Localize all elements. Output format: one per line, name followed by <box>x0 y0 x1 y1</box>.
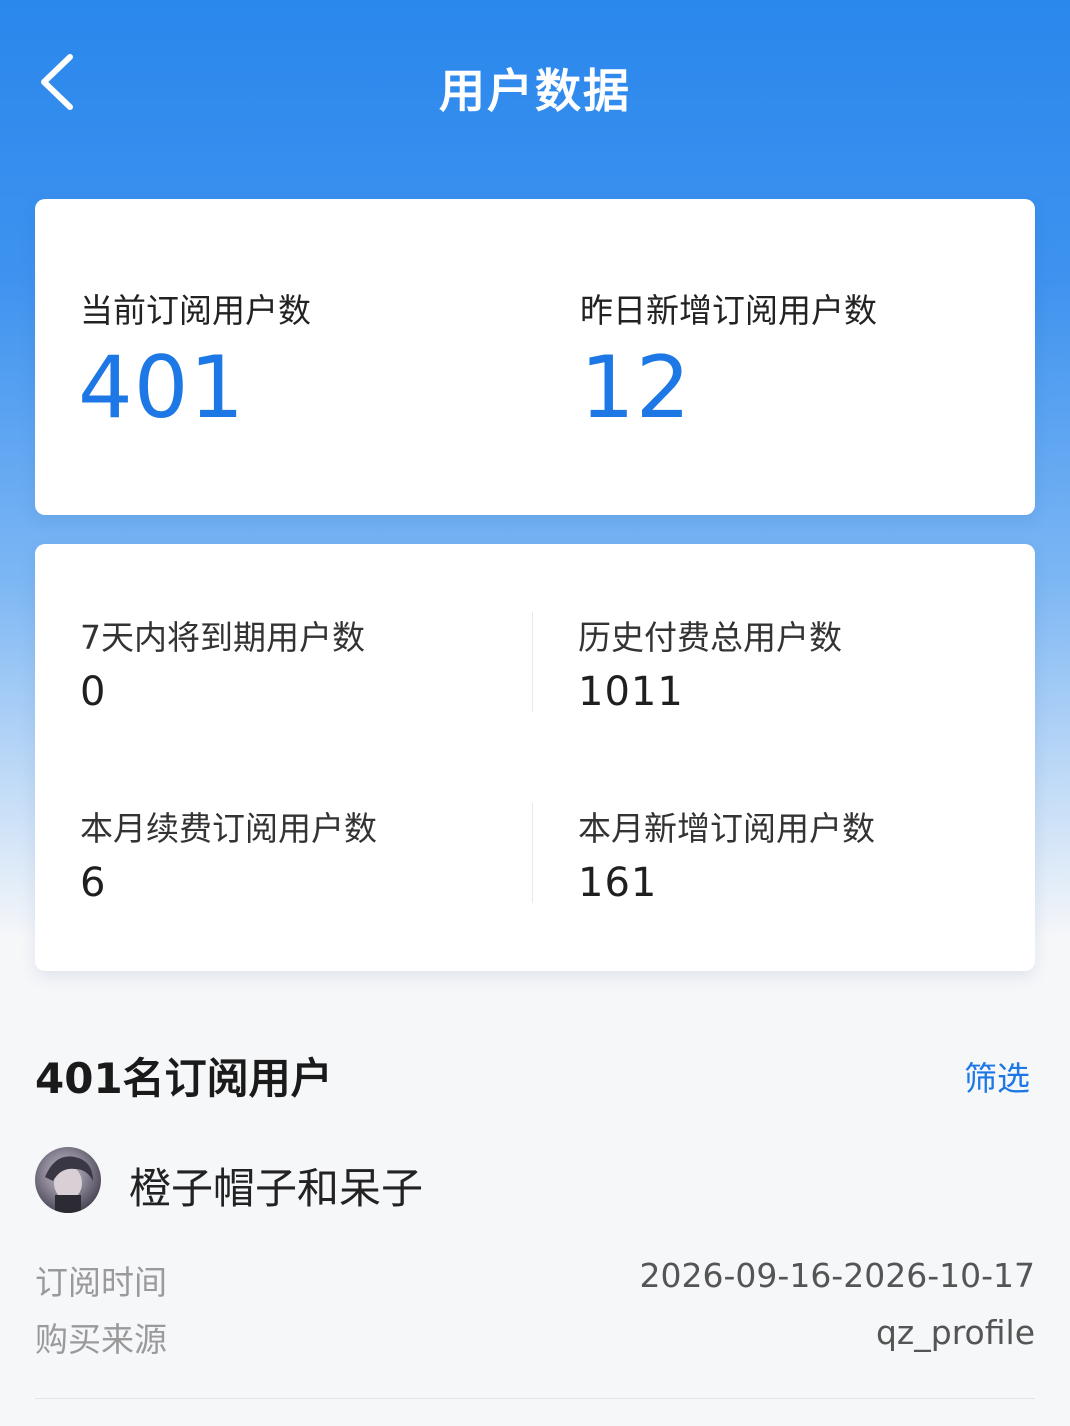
user-name: 橙子帽子和呆子 <box>129 1164 424 1213</box>
app-header: 用户数据 <box>0 0 1070 170</box>
source-label: 购买来源 <box>35 1320 167 1359</box>
current-subscribers-value: 401 <box>78 338 246 438</box>
summary-card: 当前订阅用户数 401 昨日新增订阅用户数 12 <box>35 199 1035 515</box>
current-subscribers-label: 当前订阅用户数 <box>80 291 311 330</box>
month-new-value: 161 <box>578 860 658 906</box>
filter-button[interactable]: 筛选 <box>964 1052 1030 1100</box>
subscriber-list-title: 401名订阅用户 <box>35 1054 333 1103</box>
column-divider <box>532 803 533 903</box>
avatar <box>35 1147 101 1213</box>
list-item[interactable]: 橙子帽子和呆子 <box>35 1147 1035 1217</box>
source-value: qz_profile <box>875 1313 1035 1352</box>
expiring-7d-value: 0 <box>80 669 107 715</box>
total-paid-label: 历史付费总用户数 <box>578 618 842 657</box>
yesterday-new-value: 12 <box>580 338 692 438</box>
subscribe-time-value: 2026-09-16-2026-10-17 <box>639 1256 1035 1295</box>
total-paid-value: 1011 <box>578 669 684 715</box>
column-divider <box>532 612 533 712</box>
subscribe-time-label: 订阅时间 <box>35 1263 167 1302</box>
expiring-7d-label: 7天内将到期用户数 <box>80 618 365 657</box>
month-new-label: 本月新增订阅用户数 <box>578 809 875 848</box>
month-renew-value: 6 <box>80 860 107 906</box>
month-renew-label: 本月续费订阅用户数 <box>80 809 377 848</box>
yesterday-new-label: 昨日新增订阅用户数 <box>580 291 877 330</box>
stats-card: 7天内将到期用户数 0 历史付费总用户数 1011 本月续费订阅用户数 6 本月… <box>35 544 1035 971</box>
page-title: 用户数据 <box>439 64 631 118</box>
row-divider <box>35 1398 1035 1399</box>
